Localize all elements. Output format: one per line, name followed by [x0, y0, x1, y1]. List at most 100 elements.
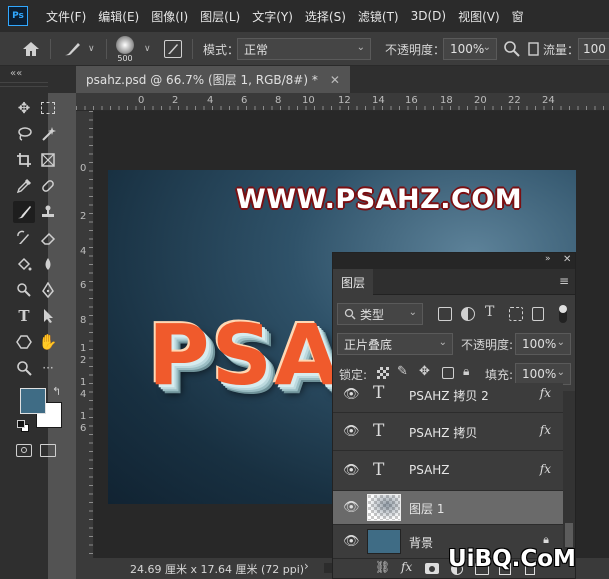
eye-icon[interactable]: 👁︎	[343, 500, 360, 515]
menu-edit[interactable]: 编辑(E)	[98, 8, 139, 25]
chevron-down-icon[interactable]: ∨	[144, 44, 151, 54]
toolbar-grip[interactable]	[0, 82, 48, 87]
menu-image[interactable]: 图像(I)	[151, 8, 188, 25]
layer-effects-icon[interactable]: fx	[540, 423, 551, 437]
blend-mode-select[interactable]: 正片叠底 ⌄	[337, 333, 453, 355]
menu-bar: Ps 文件(F) 编辑(E) 图像(I) 图层(L) 文字(Y) 选择(S) 滤…	[0, 0, 609, 32]
filter-toggle[interactable]	[559, 305, 567, 323]
brush-size-picker[interactable]: 500	[116, 32, 134, 66]
shape-tool-icon[interactable]	[13, 331, 35, 353]
hand-tool-icon[interactable]: ✋	[37, 331, 59, 353]
link-layers-icon[interactable]: ⛓︎	[375, 560, 390, 574]
lock-transparent-pixels-icon[interactable]	[377, 367, 389, 379]
pressure-opacity-icon[interactable]	[503, 32, 521, 66]
filter-shape-layers-icon[interactable]	[509, 307, 523, 321]
vertical-ruler[interactable]: 0 2 4 6 8 1 2 1 4 1 6	[76, 111, 94, 558]
menu-file[interactable]: 文件(F)	[46, 8, 86, 25]
menu-filter[interactable]: 滤镜(T)	[358, 8, 399, 25]
tab-layers[interactable]: 图层	[333, 269, 374, 295]
menu-layer[interactable]: 图层(L)	[200, 8, 240, 25]
filter-pixel-layers-icon[interactable]	[438, 307, 452, 321]
menu-select[interactable]: 选择(S)	[305, 8, 346, 25]
add-mask-icon[interactable]	[425, 563, 439, 574]
layer-row-psahz[interactable]: 👁︎ T PSAHZ fx	[333, 451, 563, 491]
default-colors-icon[interactable]	[17, 420, 29, 432]
blend-mode-value: 正片叠底	[344, 337, 393, 352]
eye-icon[interactable]: 👁︎	[343, 534, 360, 549]
eye-icon[interactable]: 👁︎	[343, 424, 360, 439]
type-tool-icon[interactable]: T	[13, 305, 35, 327]
layer-filter-select[interactable]: 类型 ⌄	[337, 303, 423, 325]
layer-list-scrollbar[interactable]	[563, 391, 575, 557]
close-icon[interactable]: ✕	[330, 73, 340, 87]
eye-icon[interactable]: 👁︎	[343, 387, 360, 402]
path-selection-tool-icon[interactable]	[37, 305, 59, 327]
lock-position-icon[interactable]: ✥	[419, 364, 430, 379]
collapse-toolbar-icon[interactable]: ««	[10, 68, 22, 79]
close-icon[interactable]: ✕	[563, 254, 571, 265]
more-tools-icon[interactable]: ···	[37, 357, 59, 379]
layer-effects-icon[interactable]: fx	[540, 462, 551, 476]
layer-row-psahz-copy[interactable]: 👁︎ T PSAHZ 拷贝 fx	[333, 413, 563, 451]
panel-header[interactable]: » ✕	[333, 253, 575, 269]
brush-settings-icon[interactable]	[164, 32, 182, 66]
flow-input[interactable]: 100	[578, 38, 609, 60]
clone-stamp-tool-icon[interactable]	[37, 201, 59, 223]
lock-all-icon[interactable]: 🔒︎	[463, 364, 469, 379]
document-tab[interactable]: psahz.psd @ 66.7% (图层 1, RGB/8#) * ✕	[76, 66, 350, 93]
layer-row-layer-1[interactable]: 👁︎ 图层 1	[333, 491, 563, 525]
menu-window[interactable]: 窗	[512, 8, 524, 25]
healing-brush-tool-icon[interactable]	[37, 175, 59, 197]
mode-label: 模式：	[203, 42, 240, 57]
paint-bucket-tool-icon[interactable]	[13, 253, 35, 275]
crop-tool-icon[interactable]	[13, 149, 35, 171]
layers-panel: » ✕ 图层 ≡ 类型 ⌄ T 正片叠底 ⌄ 不透明度: 100% ⌄ 锁定:	[332, 252, 576, 579]
frame-tool-icon[interactable]	[37, 149, 59, 171]
lock-image-pixels-icon[interactable]: ✎	[397, 364, 408, 379]
chevron-down-icon[interactable]: ∨	[88, 44, 95, 54]
move-tool-icon[interactable]: ✥	[13, 97, 35, 119]
fill-input[interactable]: 100% ⌄	[515, 363, 571, 385]
flow-icon	[527, 32, 541, 66]
filter-type-layers-icon[interactable]: T	[485, 304, 494, 320]
mode-select[interactable]: 正常 ⌄	[237, 38, 371, 60]
menu-type[interactable]: 文字(Y)	[252, 8, 293, 25]
ruler-tick-label: 4	[80, 246, 87, 257]
brush-tool-preset-icon[interactable]: ∨	[62, 32, 95, 66]
chevron-right-icon[interactable]: ›	[304, 559, 309, 573]
lock-artboard-icon[interactable]	[442, 367, 454, 379]
zoom-tool-icon[interactable]	[13, 357, 35, 379]
ruler-tick-label: 16	[405, 95, 418, 106]
brush-preview-icon	[116, 35, 134, 54]
lasso-tool-icon[interactable]	[13, 123, 35, 145]
magic-wand-tool-icon[interactable]	[37, 123, 59, 145]
eraser-tool-icon[interactable]	[37, 227, 59, 249]
dodge-tool-icon[interactable]	[13, 279, 35, 301]
blur-tool-icon[interactable]	[37, 253, 59, 275]
horizontal-ruler[interactable]: 0 2 4 6 8 10 12 14 16 18 20 22 24	[76, 93, 609, 111]
menu-view[interactable]: 视图(V)	[458, 8, 500, 25]
panel-menu-icon[interactable]: ≡	[559, 274, 569, 288]
opacity-input[interactable]: 100% ⌄	[443, 38, 497, 60]
quick-mask-icon[interactable]	[13, 439, 35, 461]
pen-tool-icon[interactable]	[37, 279, 59, 301]
swap-colors-icon[interactable]: ↰	[52, 385, 61, 398]
history-brush-tool-icon[interactable]	[13, 227, 35, 249]
layer-row-psahz-copy-2[interactable]: 👁︎ T PSAHZ 拷贝 2 fx	[333, 383, 563, 413]
filter-adjustment-layers-icon[interactable]	[461, 307, 475, 321]
home-icon[interactable]	[22, 32, 40, 66]
photoshop-logo[interactable]: Ps	[8, 6, 28, 26]
layer-opacity-input[interactable]: 100% ⌄	[515, 333, 571, 355]
layer-effects-icon[interactable]: fx	[540, 386, 551, 400]
filter-smart-objects-icon[interactable]	[532, 307, 544, 321]
eyedropper-tool-icon[interactable]	[13, 175, 35, 197]
foreground-color-swatch[interactable]	[20, 388, 46, 414]
brush-tool-icon[interactable]	[13, 201, 35, 223]
screen-mode-icon[interactable]	[37, 439, 59, 461]
collapse-panel-icon[interactable]: »	[545, 254, 551, 264]
menu-3d[interactable]: 3D(D)	[411, 9, 446, 23]
watermark-text: UiBQ.CoM	[448, 546, 576, 572]
marquee-tool-icon[interactable]	[37, 97, 59, 119]
eye-icon[interactable]: 👁︎	[343, 463, 360, 478]
add-layer-style-icon[interactable]: fx	[401, 560, 412, 574]
